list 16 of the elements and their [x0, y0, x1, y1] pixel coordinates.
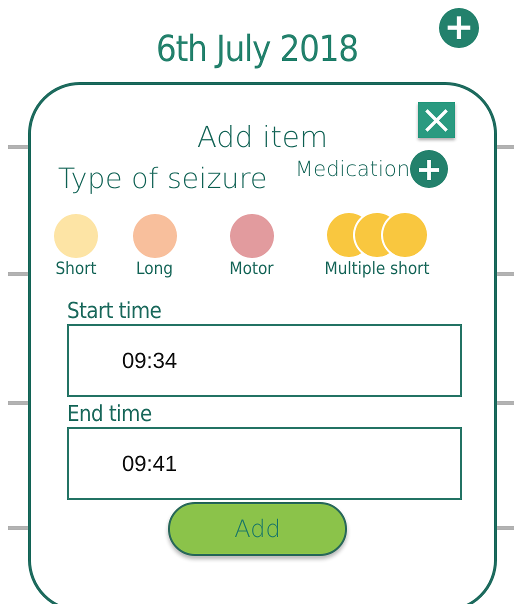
field-label: End time: [67, 402, 153, 427]
section-title: Type of seizure: [58, 162, 268, 195]
seizure-type-label: Short: [55, 259, 97, 279]
field-label: Start time: [67, 299, 162, 324]
time-field[interactable]: 09:34: [67, 324, 462, 397]
seizure-type-label: Long: [136, 259, 173, 279]
seizure-type-label: Multiple short: [324, 259, 430, 279]
seizure-type-label: Motor: [229, 259, 274, 279]
close-button[interactable]: ×: [418, 102, 455, 138]
add-medication-button[interactable]: +: [410, 150, 448, 188]
date-title: 6th July 2018: [156, 28, 358, 72]
medication-label: Medication: [295, 157, 410, 181]
dialog-title: Add item: [197, 120, 328, 154]
time-field[interactable]: 09:41: [67, 427, 462, 500]
add-button[interactable]: +: [439, 8, 479, 48]
add-button[interactable]: Add: [168, 502, 347, 556]
